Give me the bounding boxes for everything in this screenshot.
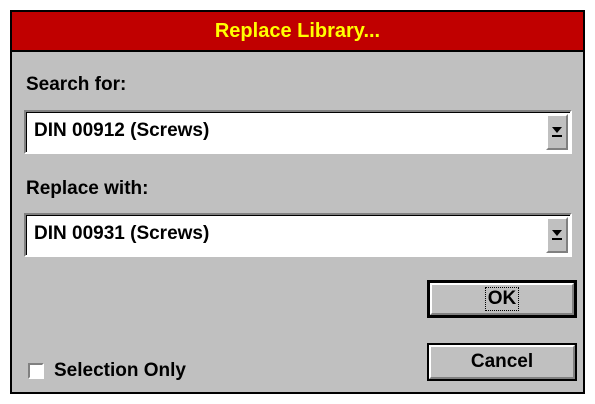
selection-only-label: Selection Only — [54, 360, 186, 381]
dialog-title: Replace Library... — [214, 19, 381, 42]
cancel-button[interactable]: Cancel — [427, 343, 577, 381]
replace-library-dialog: Replace Library... Search for: DIN 00912… — [10, 10, 585, 394]
search-for-label: Search for: — [26, 74, 127, 95]
search-for-dropdown[interactable]: DIN 00912 (Screws) — [24, 110, 572, 154]
selection-only-checkbox[interactable]: Selection Only — [28, 360, 186, 382]
chevron-down-icon — [552, 127, 562, 133]
ok-button[interactable]: OK — [427, 280, 577, 318]
search-for-value: DIN 00912 (Screws) — [34, 120, 210, 141]
replace-with-dropdown-button[interactable] — [546, 217, 568, 253]
replace-with-label: Replace with: — [26, 178, 149, 199]
title-bar[interactable]: Replace Library... — [12, 12, 583, 52]
checkbox-icon[interactable] — [28, 363, 44, 379]
replace-with-value: DIN 00931 (Screws) — [34, 223, 210, 244]
search-for-dropdown-button[interactable] — [546, 114, 568, 150]
ok-button-label: OK — [484, 287, 520, 311]
cancel-button-label: Cancel — [470, 351, 534, 372]
replace-with-dropdown[interactable]: DIN 00931 (Screws) — [24, 213, 572, 257]
chevron-down-icon — [552, 230, 562, 236]
